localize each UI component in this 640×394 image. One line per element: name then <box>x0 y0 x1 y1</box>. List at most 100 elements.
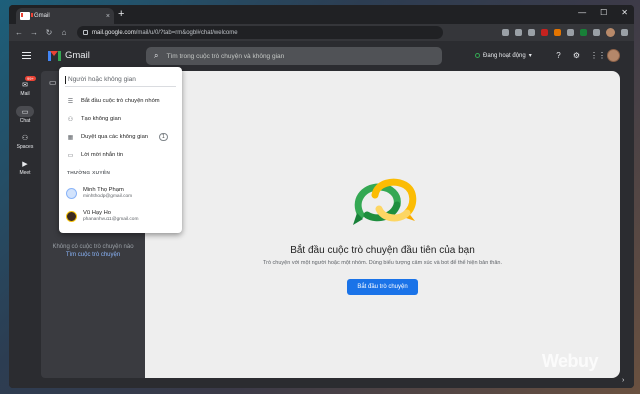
extensions-area <box>502 28 628 37</box>
text-caret <box>65 75 66 84</box>
url-path: /mail/u/0/?tab=rm&ogbl#chat/welcome <box>135 29 238 36</box>
create-space-icon: ⚇ <box>67 116 74 123</box>
help-icon[interactable]: ? <box>554 51 563 60</box>
chat-icon: ▭ <box>16 106 34 117</box>
address-toolbar: ← → ↻ ⌂ mail.google.com/mail/u/0/?tab=rm… <box>9 24 634 41</box>
side-panel-toggle-icon[interactable]: › <box>622 377 630 385</box>
new-chat-icon[interactable]: ▭ <box>49 78 57 87</box>
lock-icon <box>83 30 88 35</box>
menu-item-create-space[interactable]: ⚇ Tạo không gian <box>59 111 182 127</box>
bookmark-star-icon[interactable] <box>528 29 535 36</box>
empty-text: Không có cuộc trò chuyện nào <box>52 244 134 250</box>
rail-item-meet[interactable]: ▶ Meet <box>9 158 41 177</box>
welcome-section: Bắt đầu cuộc trò chuyện đầu tiên của bạn… <box>145 175 620 295</box>
app-name: Gmail <box>65 50 90 61</box>
welcome-heading: Bắt đầu cuộc trò chuyện đầu tiên của bạn <box>290 245 475 256</box>
chat-illustration-svg <box>352 178 416 225</box>
meet-icon: ▶ <box>22 160 28 168</box>
contact-info: Minh Thọ Phạm minhthodp@gmail.com <box>83 187 132 199</box>
spaces-icon: ⚇ <box>21 134 29 142</box>
share-icon[interactable] <box>515 29 522 36</box>
status-selector[interactable]: Đang hoạt động ▾ <box>475 52 532 59</box>
rail-item-spaces[interactable]: ⚇ Spaces <box>9 132 41 151</box>
forward-button[interactable]: → <box>30 28 38 37</box>
group-chat-icon: ☰ <box>67 98 74 105</box>
menu-item-browse-spaces[interactable]: ▦ Duyệt qua các không gian 1 <box>59 129 182 145</box>
cast-icon[interactable] <box>502 29 509 36</box>
extension-red-icon[interactable] <box>541 29 548 36</box>
contact-email: minhthodp@gmail.com <box>83 194 133 199</box>
status-dot-icon <box>475 53 480 58</box>
contact-email: phananhvu11@gmail.com <box>83 217 139 222</box>
maximize-button[interactable]: ☐ <box>600 8 607 17</box>
browse-spaces-icon: ▦ <box>67 134 74 141</box>
gmail-m-icon <box>48 50 61 61</box>
people-search-input[interactable]: Người hoặc không gian <box>65 73 176 87</box>
profile-avatar-icon[interactable] <box>606 28 615 37</box>
gear-icon[interactable]: ⚙ <box>572 51 581 60</box>
app-rail: ✉ 99+ Mail ▭ Chat ⚇ Spaces ▶ Meet <box>9 71 41 388</box>
tab-gmail[interactable]: Gmail × <box>16 8 114 24</box>
frequent-section-title: THƯỜNG XUYÊN <box>67 171 111 176</box>
rail-item-mail[interactable]: ✉ 99+ Mail <box>9 76 41 97</box>
tab-close-icon[interactable]: × <box>106 13 110 20</box>
tab-title: Gmail <box>34 13 50 19</box>
address-bar[interactable]: mail.google.com/mail/u/0/?tab=rm&ogbl#ch… <box>77 26 443 39</box>
account-avatar[interactable] <box>607 49 620 62</box>
extension-puzzle-icon[interactable] <box>567 29 574 36</box>
gmail-favicon-icon <box>20 12 33 20</box>
status-label: Đang hoạt động <box>483 52 526 59</box>
browser-menu-icon[interactable] <box>621 29 628 36</box>
extension-green-icon[interactable] <box>580 29 587 36</box>
apps-grid-icon[interactable]: ⋮⋮ <box>590 51 606 60</box>
webuy-watermark: Webuy <box>541 351 599 371</box>
rail-label-meet: Meet <box>19 170 31 176</box>
message-request-icon: ▭ <box>67 152 74 159</box>
menu-item-label: Bắt đầu cuộc trò chuyện nhóm <box>81 98 160 104</box>
search-bar[interactable]: ⌕ Tìm trong cuộc trò chuyện và không gia… <box>146 47 442 65</box>
close-window-button[interactable]: ✕ <box>621 8 628 17</box>
menu-item-label: Lời mời nhắn tin <box>81 152 124 158</box>
rail-label-mail: Mail <box>20 91 30 97</box>
new-chat-dropdown: Người hoặc không gian ☰ Bắt đầu cuộc trò… <box>59 67 182 233</box>
chat-bubbles-illustration <box>347 175 419 237</box>
menu-item-label: Tạo không gian <box>81 116 121 122</box>
extension-orange-icon[interactable] <box>554 29 561 36</box>
rail-item-chat[interactable]: ▭ Chat <box>9 106 41 124</box>
search-icon[interactable]: ⌕ <box>154 51 158 61</box>
start-chat-button[interactable]: Bắt đầu trò chuyện <box>347 279 418 295</box>
welcome-subtext: Trò chuyện với một người hoặc một nhóm. … <box>262 260 503 266</box>
spaces-count-badge: 1 <box>159 133 168 141</box>
people-search-placeholder: Người hoặc không gian <box>68 76 136 83</box>
frequent-contact[interactable]: Vũ Hạy Ho phananhvu11@gmail.com <box>59 205 182 227</box>
contact-name: Minh Thọ Phạm <box>83 187 124 193</box>
contact-info: Vũ Hạy Ho phananhvu11@gmail.com <box>83 210 138 222</box>
menu-item-label: Duyệt qua các không gian <box>81 134 149 140</box>
sidebar-icon[interactable] <box>593 29 600 36</box>
rail-label-spaces: Spaces <box>16 144 34 150</box>
menu-item-message-requests[interactable]: ▭ Lời mời nhắn tin <box>59 147 182 163</box>
empty-state: Không có cuộc trò chuyện nào Tìm cuộc tr… <box>41 243 145 259</box>
avatar <box>66 187 77 199</box>
frequent-contact[interactable]: Minh Thọ Phạm minhthodp@gmail.com <box>59 182 182 204</box>
back-button[interactable]: ← <box>15 28 23 37</box>
gmail-logo[interactable]: Gmail <box>48 50 90 61</box>
chat-main-area: Bắt đầu cuộc trò chuyện đầu tiên của bạn… <box>145 71 620 378</box>
window-controls: — ☐ ✕ <box>578 8 628 17</box>
find-chat-link[interactable]: Tìm cuộc trò chuyện <box>41 251 145 259</box>
contact-name: Vũ Hạy Ho <box>83 210 112 216</box>
home-button[interactable]: ⌂ <box>60 28 68 37</box>
reload-button[interactable]: ↻ <box>45 28 53 37</box>
search-placeholder: Tìm trong cuộc trò chuyện và không gian <box>166 52 285 60</box>
tab-bar: Gmail × + — ☐ ✕ <box>9 5 634 24</box>
rail-label-chat: Chat <box>19 118 31 124</box>
main-menu-icon[interactable] <box>22 52 31 61</box>
menu-item-group-chat[interactable]: ☰ Bắt đầu cuộc trò chuyện nhóm <box>59 93 182 109</box>
url-host: mail.google.com <box>92 29 136 36</box>
avatar <box>66 210 77 222</box>
chevron-down-icon: ▾ <box>528 53 532 59</box>
url-text: mail.google.com/mail/u/0/?tab=rm&ogbl#ch… <box>92 30 238 36</box>
new-tab-button[interactable]: + <box>118 9 124 20</box>
minimize-button[interactable]: — <box>578 8 586 17</box>
unread-badge: 99+ <box>25 76 36 81</box>
